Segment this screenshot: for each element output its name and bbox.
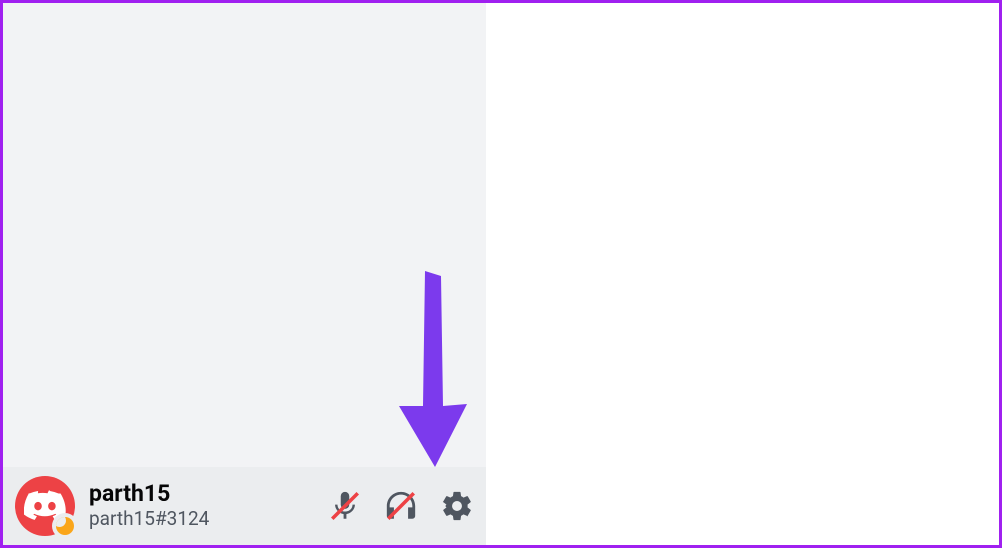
arrow-down-icon: [385, 271, 475, 471]
idle-status-icon: [56, 517, 74, 535]
headset-deafened-icon: [384, 489, 418, 523]
mute-button[interactable]: [328, 489, 362, 523]
annotation-arrow: [385, 271, 475, 475]
user-panel: parth15 parth15#3124: [3, 467, 486, 545]
settings-button[interactable]: [440, 489, 474, 523]
mic-muted-icon: [328, 489, 362, 523]
username-label: parth15: [89, 481, 328, 507]
user-info[interactable]: parth15 parth15#3124: [89, 481, 328, 530]
avatar-container[interactable]: [15, 476, 75, 536]
panel-controls: [328, 489, 474, 523]
status-badge: [52, 513, 78, 539]
gear-icon: [440, 489, 474, 523]
user-tag-label: parth15#3124: [89, 508, 328, 531]
deafen-button[interactable]: [384, 489, 418, 523]
